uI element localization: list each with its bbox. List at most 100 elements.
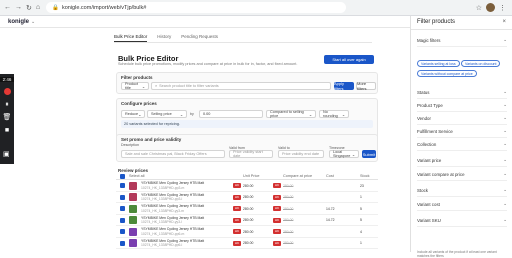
description-input[interactable]: Sale and sale Christmas pal, Black Frida… xyxy=(121,150,225,158)
filter-section-variant-price[interactable]: Variant price ⌄ xyxy=(417,156,507,164)
row-checkbox[interactable] xyxy=(120,217,125,223)
timezone-select[interactable]: Local Singapore ⌄ xyxy=(329,150,359,158)
amount-input[interactable]: 0.00 xyxy=(199,110,263,118)
unit-price[interactable]: 280.00 xyxy=(243,184,253,188)
record-icon[interactable] xyxy=(3,88,11,95)
filter-section-variant-compare-at-price[interactable]: Variant compare at price ⌄ xyxy=(417,170,507,178)
valid-to-input[interactable]: Price validity end date xyxy=(278,150,324,158)
trash-icon[interactable]: 🗑 xyxy=(3,114,12,121)
product-thumbnail xyxy=(129,204,137,213)
filter-chip-selling-at-loss[interactable]: Variants selling at loss xyxy=(417,60,460,67)
table-row[interactable]: YSYMBIKE Men Cycling Jersey HTB Matt 1027… xyxy=(116,203,378,215)
tab-pending-requests[interactable]: Pending Requests xyxy=(181,34,218,42)
row-checkbox[interactable] xyxy=(120,194,125,200)
row-checkbox[interactable] xyxy=(120,240,125,246)
back-icon[interactable]: ← xyxy=(4,4,11,12)
table-row[interactable]: YSYMBIKE Men Cycling Jersey HTB Matt 1027… xyxy=(116,180,378,192)
unit-price[interactable]: 280.00 xyxy=(243,218,253,222)
stock-value: 4 xyxy=(360,229,362,234)
column-stock: Stock xyxy=(360,174,370,178)
filter-section-collection[interactable]: Collection ⌄ xyxy=(417,140,507,148)
filter-section-variant-cost[interactable]: Variant cost ⌄ xyxy=(417,200,507,208)
tab-bulk-price-editor[interactable]: Bulk Price Editor xyxy=(114,34,148,42)
chevron-down-icon: ⌄ xyxy=(503,187,507,192)
filter-section-product-type[interactable]: Product Type ⌄ xyxy=(417,101,507,109)
product-title-select[interactable]: Product title ⌄ xyxy=(121,82,149,90)
recording-timer: 2:46 xyxy=(0,77,14,82)
compare-at-price[interactable]: 280.00 xyxy=(283,184,293,188)
price-target-select[interactable]: Selling price ⌄ xyxy=(147,110,187,118)
unit-price[interactable]: 280.00 xyxy=(243,241,253,245)
pause-icon[interactable]: ⏸ xyxy=(5,101,9,108)
filter-section-magic-filters[interactable]: Magic filters ⌄ xyxy=(417,36,507,44)
filter-divider xyxy=(417,98,507,99)
valid-from-input[interactable]: Price validity start date xyxy=(229,150,273,158)
start-over-button[interactable]: Start all over again xyxy=(324,55,374,64)
reload-icon[interactable]: ↻ xyxy=(26,4,32,12)
row-checkbox[interactable] xyxy=(120,183,125,188)
unit-price[interactable]: 280.00 xyxy=(243,207,253,211)
compare-at-price[interactable]: 280.00 xyxy=(283,230,293,234)
filter-divider xyxy=(417,180,507,181)
app-header: konigle ⌄ xyxy=(0,16,410,28)
filter-chip-without-compare-price[interactable]: Variants without compare at price xyxy=(417,70,477,77)
table-row[interactable]: YSYMBIKE Men Cycling Jersey HTB Matt 1027… xyxy=(116,192,378,203)
product-sku: 10274_HK_1338PHD-yy3-m xyxy=(141,208,184,213)
app-logo[interactable]: konigle xyxy=(8,19,29,25)
forward-icon[interactable]: → xyxy=(15,4,22,12)
chevron-down-icon[interactable]: ⌄ xyxy=(31,19,35,25)
filter-section-label: Vendor xyxy=(417,115,431,121)
unit-price[interactable]: 280.00 xyxy=(243,195,253,199)
filter-section-stock[interactable]: Stock ⌄ xyxy=(417,186,507,194)
table-row[interactable]: YSYMBIKE Men Cycling Jersey HTB Matt 1027… xyxy=(116,238,378,249)
camera-icon[interactable]: ▣ xyxy=(3,150,10,158)
product-sku: 10274_HK_1338PHD-pp3-l xyxy=(141,197,183,201)
product-sku: 10274_HK_1338PHD-yy3-l xyxy=(141,220,182,224)
stop-icon[interactable]: ■ xyxy=(5,127,9,134)
product-sku: 10274_HK_1338PHD-pp6-l xyxy=(141,243,183,247)
close-icon[interactable]: × xyxy=(502,19,506,25)
table-row[interactable]: YSYMBIKE Men Cycling Jersey HTB Matt 1027… xyxy=(116,226,378,238)
search-icon: ⌕ xyxy=(155,84,158,88)
description-label: Description xyxy=(121,143,139,147)
table-row[interactable]: YSYMBIKE Men Cycling Jersey HTB Matt 1027… xyxy=(116,215,378,226)
price-validity-label: Set promo and price validity xyxy=(121,137,182,142)
submit-button[interactable]: Submit xyxy=(362,150,376,158)
address-bar[interactable]: 🔒 konigle.com/import/web/vTjp/bulk# xyxy=(46,2,347,13)
filter-divider xyxy=(417,46,507,47)
browser-nav: ← → ↻ ⌂ xyxy=(0,4,40,12)
product-thumbnail xyxy=(129,181,137,190)
bookmark-star-icon[interactable]: ☆ xyxy=(476,4,482,12)
row-checkbox[interactable] xyxy=(120,206,125,211)
tab-history[interactable]: History xyxy=(157,34,171,42)
compare-at-price[interactable]: 280.00 xyxy=(283,241,293,245)
price-operation-select[interactable]: Reduce ⌄ xyxy=(121,110,145,118)
rounding-select[interactable]: No rounding ⌄ xyxy=(319,110,349,118)
select-all-label: Select all xyxy=(129,174,145,178)
apply-filters-button[interactable]: Apply filters xyxy=(334,81,354,91)
unit-price[interactable]: 280.00 xyxy=(243,230,253,234)
table-body: YSYMBIKE Men Cycling Jersey HTB Matt 1027… xyxy=(116,180,378,249)
compare-at-price[interactable]: 280.00 xyxy=(283,207,293,211)
browser-menu-icon[interactable]: ⋮ xyxy=(499,4,506,12)
filter-section-vendor[interactable]: Vendor ⌄ xyxy=(417,114,507,122)
row-checkbox[interactable] xyxy=(120,229,125,234)
price-basis-select[interactable]: Compared to selling price ⌄ xyxy=(266,110,316,118)
compare-at-price[interactable]: 280.00 xyxy=(283,195,293,199)
filter-chip-on-discount[interactable]: Variants on discount xyxy=(461,60,501,67)
chevron-down-icon: ⌄ xyxy=(503,115,507,120)
filter-section-variant-sku[interactable]: Variant SKU ⌄ xyxy=(417,216,507,224)
product-search-input[interactable]: ⌕ Search product title to filter variant… xyxy=(151,82,331,90)
selection-info-banner: 20 variants selected for repricing. xyxy=(121,120,373,128)
home-icon[interactable]: ⌂ xyxy=(36,4,40,12)
more-filters-button[interactable]: More filters xyxy=(356,81,376,91)
select-all-checkbox[interactable] xyxy=(120,173,125,179)
compare-at-price[interactable]: 280.00 xyxy=(283,218,293,222)
filter-section-fulfillment-service[interactable]: Fulfillment Service ⌄ xyxy=(417,127,507,135)
filter-divider xyxy=(417,196,507,197)
chevron-down-icon: ⌄ xyxy=(503,201,507,206)
avatar[interactable] xyxy=(486,3,495,12)
currency-badge: HK xyxy=(233,217,241,223)
filter-section-status[interactable]: Status ⌄ xyxy=(417,88,507,96)
chevron-down-icon: ⌄ xyxy=(503,141,507,146)
